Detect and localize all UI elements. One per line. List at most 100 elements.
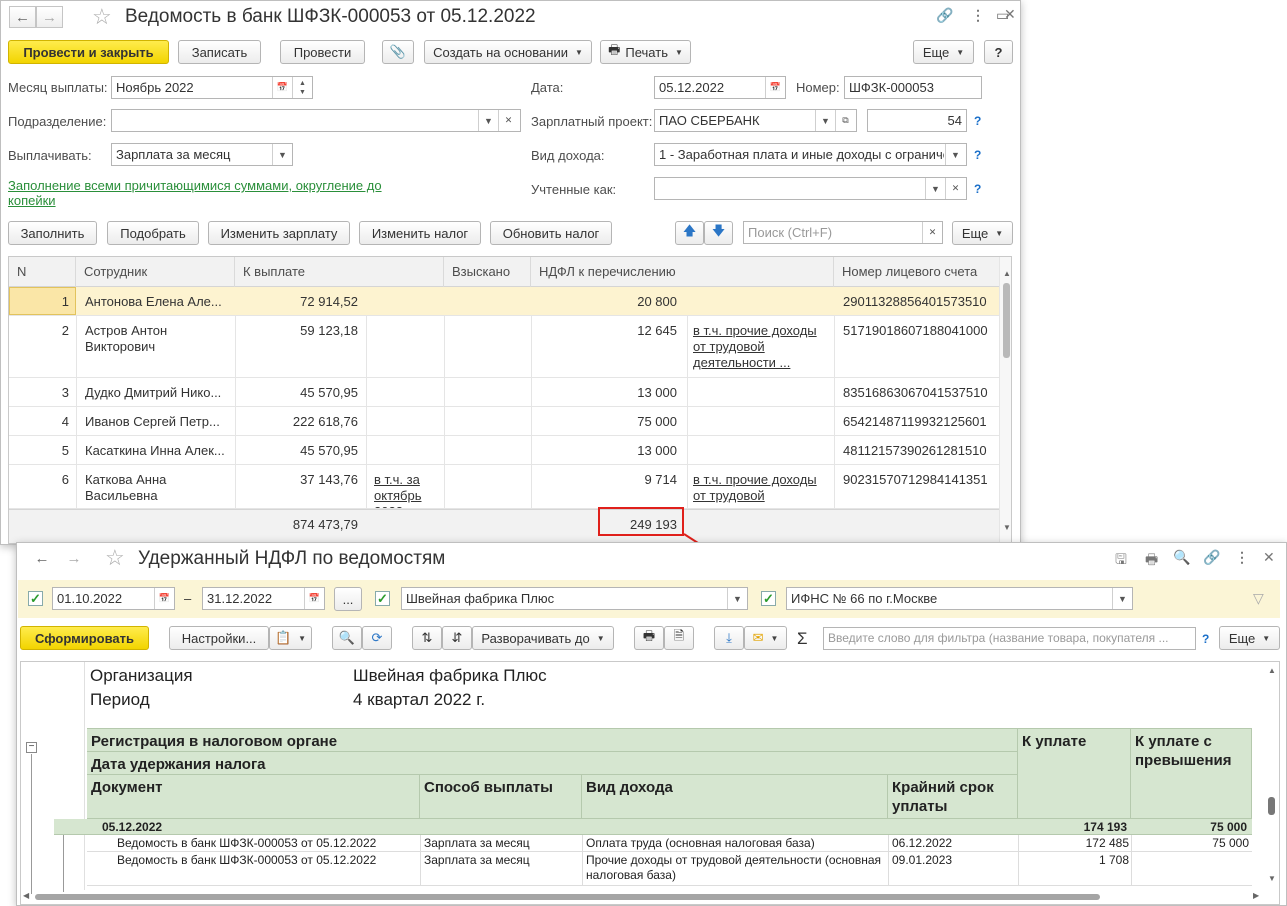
filter-bar: ✓ 01.10.2022 📅 – 31.12.2022 📅 ... ✓ Швейна… (18, 580, 1280, 618)
download-icon: ⤓ (726, 630, 732, 645)
col-divider (1131, 835, 1132, 886)
sort-asc-button[interactable]: ⇅ (412, 626, 442, 650)
row-income: Прочие доходы от трудовой деятельности (… (586, 853, 881, 882)
calendar-icon[interactable]: 📅 (154, 588, 174, 609)
col-divider (420, 835, 421, 886)
org-filter-checkbox[interactable]: ✓ (375, 591, 390, 606)
ifns-filter-checkbox[interactable]: ✓ (761, 591, 776, 606)
expand-to-button[interactable]: Разворачивать до ▼ (472, 626, 614, 650)
header-document: Документ (87, 775, 420, 819)
date-from-value: 01.10.2022 (57, 591, 123, 606)
print-button[interactable]: 🖶 (634, 626, 664, 650)
horizontal-scrollbar[interactable]: ◀ ▶ (21, 890, 1265, 904)
more-button[interactable]: Еще ▼ (1219, 626, 1280, 650)
link-icon[interactable]: 🔗 (1203, 549, 1220, 566)
period-value: 4 квартал 2022 г. (353, 690, 486, 709)
row-pay: 1 708 (1098, 853, 1129, 867)
sort-icon: ⇅ (421, 630, 433, 645)
report-row[interactable]: Ведомость в банк ШФЗК-000053 от 05.12.20… (87, 852, 1252, 886)
calendar-icon[interactable]: 📅 (304, 588, 324, 609)
collapse-icon[interactable]: − (26, 742, 37, 753)
group-pay: 174 193 (1083, 820, 1127, 834)
chevron-down-icon: ▼ (770, 633, 779, 643)
row-deadline: 09.01.2023 (892, 853, 953, 867)
ifns-value: ИФНС № 66 по г.Москве (791, 591, 938, 606)
header-income: Вид дохода (582, 775, 888, 819)
refresh-icon: ⟳ (371, 630, 383, 645)
filter-icon[interactable]: ▽ (1253, 590, 1264, 607)
group-date: 05.12.2022 (102, 820, 163, 834)
more-vertical-icon[interactable]: ⋮ (1235, 549, 1249, 566)
printer-icon: 🖶 (642, 628, 656, 643)
org-field[interactable]: Швейная фабрика Плюс ▼ (401, 587, 748, 610)
envelope-icon: ✉ (752, 630, 764, 645)
refresh-button[interactable]: ⟳ (362, 626, 392, 650)
group-pay-over: 75 000 (1210, 820, 1247, 834)
row-method: Зарплата за месяц (424, 853, 530, 867)
row-deadline: 06.12.2022 (892, 836, 953, 850)
col-divider (582, 835, 583, 886)
settings-button[interactable]: Настройки... (169, 626, 269, 650)
chevron-down-icon: ▼ (298, 633, 307, 643)
header-date: Дата удержания налога (87, 752, 1018, 775)
window-title: Удержанный НДФЛ по ведомостям (138, 548, 446, 569)
col-divider (1018, 835, 1019, 886)
date-to-value: 31.12.2022 (207, 591, 273, 606)
header-method: Способ выплаты (420, 775, 582, 819)
org-label: Организация (90, 666, 193, 685)
search-icon: 🔍 (338, 630, 356, 645)
row-pay-over: 75 000 (1212, 836, 1249, 850)
report-row[interactable]: Ведомость в банк ШФЗК-000053 от 05.12.20… (87, 835, 1252, 852)
scroll-up-icon[interactable]: ▲ (1268, 666, 1276, 675)
scroll-down-icon[interactable]: ▼ (1268, 874, 1276, 883)
preview-button[interactable]: 🗎 (664, 626, 694, 650)
date-dash: – (184, 591, 192, 606)
vertical-scrollbar[interactable]: ▲ ▼ (1265, 662, 1279, 890)
group-row[interactable]: 05.12.2022 174 193 75 000 (54, 819, 1252, 835)
generate-button[interactable]: Сформировать (20, 626, 149, 650)
period-select-button[interactable]: ... (334, 587, 362, 611)
variants-button[interactable]: 📋 ▼ (269, 626, 312, 650)
find-button[interactable]: 🔍 (332, 626, 362, 650)
ndfl-report-window: ← → ☆ Удержанный НДФЛ по ведомостям 🖫 🖶 … (16, 542, 1287, 906)
org-value: Швейная фабрика Плюс (353, 666, 547, 685)
row-document[interactable]: Ведомость в банк ШФЗК-000053 от 05.12.20… (117, 853, 376, 868)
scroll-thumb[interactable] (35, 894, 1100, 900)
scroll-thumb[interactable] (1268, 797, 1275, 815)
sort-desc-button[interactable]: ⇵ (442, 626, 472, 650)
row-document[interactable]: Ведомость в банк ШФЗК-000053 от 05.12.20… (117, 836, 376, 851)
favorite-star-icon[interactable]: ☆ (105, 545, 125, 571)
date-to-field[interactable]: 31.12.2022 📅 (202, 587, 325, 610)
org-value: Швейная фабрика Плюс (406, 591, 555, 606)
email-button[interactable]: ✉ ▼ (744, 626, 787, 650)
forward-button[interactable]: → (59, 547, 89, 569)
row-income: Оплата труда (основная налоговая база) (586, 836, 815, 850)
sigma-icon[interactable]: Σ (797, 629, 808, 649)
period-label: Период (90, 690, 150, 709)
header-pay: К уплате (1018, 728, 1131, 819)
chevron-down-icon[interactable]: ▼ (727, 588, 747, 609)
close-icon[interactable]: ✕ (1263, 549, 1275, 566)
print-icon[interactable]: 🖶 (1145, 549, 1158, 573)
ifns-field[interactable]: ИФНС № 66 по г.Москве ▼ (786, 587, 1133, 610)
preview-icon: 🗎 (673, 628, 685, 643)
preview-icon[interactable]: 🔍 (1173, 549, 1190, 566)
date-from-field[interactable]: 01.10.2022 📅 (52, 587, 175, 610)
row-method: Зарплата за месяц (424, 836, 530, 850)
report-area: − − Организация Швейная фабрика Плюс Пер… (20, 661, 1280, 905)
header-registration: Регистрация в налоговом органе (87, 728, 1018, 752)
help-icon[interactable]: ? (1202, 632, 1209, 646)
expand-label: Разворачивать до (481, 630, 590, 646)
download-button[interactable]: ⤓ (714, 626, 744, 650)
chevron-down-icon: ▼ (596, 633, 605, 643)
filter-placeholder: Введите слово для фильтра (название това… (828, 631, 1169, 645)
header-pay-over: К уплате с превышения (1131, 728, 1252, 819)
filter-search-field[interactable]: Введите слово для фильтра (название това… (823, 627, 1196, 650)
scroll-left-icon[interactable]: ◀ (23, 891, 29, 900)
save-icon[interactable]: 🖫 (1115, 549, 1127, 573)
date-filter-checkbox[interactable]: ✓ (28, 591, 43, 606)
header-deadline: Крайний срок уплаты (888, 775, 1018, 819)
back-button[interactable]: ← (27, 547, 57, 569)
chevron-down-icon[interactable]: ▼ (1112, 588, 1132, 609)
scroll-right-icon[interactable]: ▶ (1253, 891, 1259, 900)
